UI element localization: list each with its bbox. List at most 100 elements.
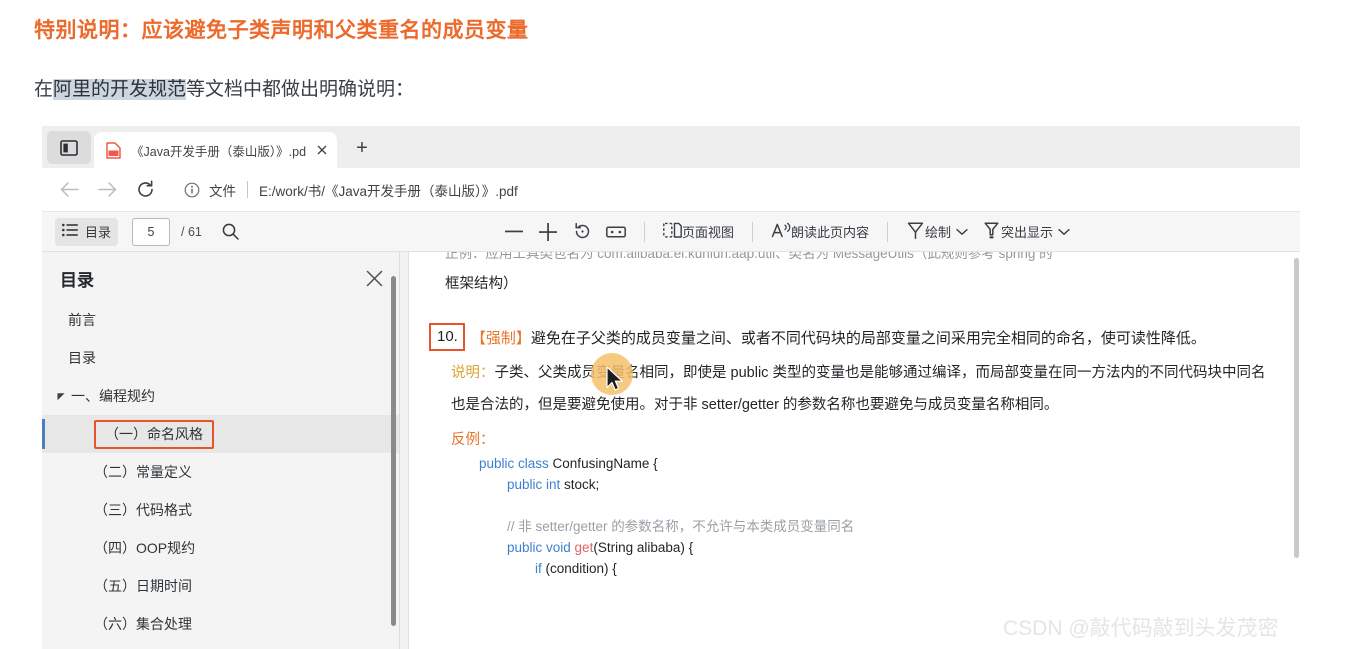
toc-item-label: 一、编程规约 [71,388,155,404]
subtitle-prefix: 在 [34,79,54,100]
clipped-line: 正例：应用工具类包名为 com.alibaba.ei.kunlun.aap.ut… [445,252,1053,261]
chevron-expanded-icon[interactable] [54,392,69,401]
note-text: 子类、父类成员变量名相同，即使是 public 类型的变量也是能够通过编译，而局… [451,364,1266,413]
toc-item[interactable]: （三）代码格式 [42,491,399,529]
draw-button[interactable]: 绘制 [899,218,975,246]
tab-strip: 《Java开发手册（泰山版）》.pdf + [42,126,1300,168]
rule-text-line1: 避免在子父类的成员变量之间、或者不同代码块的局部变量之间采用完全相同的命名， [530,329,1101,347]
pdf-page-content: 正例：应用工具类包名为 com.alibaba.ei.kunlun.aap.ut… [409,252,1300,579]
read-aloud-label: 朗读此页内容 [791,225,870,240]
read-aloud-button[interactable]: 朗读此页内容 [764,218,876,246]
code-line: public class ConfusingName { [479,453,1271,474]
pdf-viewport: 正例：应用工具类包名为 com.alibaba.ei.kunlun.aap.ut… [400,252,1300,649]
page-view-button[interactable]: 页面视图 [656,218,741,246]
code-line: // 非 setter/getter 的参数名称，不允许与本类成员变量同名 [479,516,1271,537]
toolbar-divider [887,221,889,242]
note-block: 说明：子类、父类成员变量名相同，即使是 public 类型的变量也是能够通过编译… [451,357,1271,421]
toolbar-divider [644,221,645,242]
address-bar[interactable]: 文件 E:/work/书/《Java开发手册（泰山版）》.pdf [172,174,1292,205]
code-token: (String alibaba) { [593,540,694,556]
rule-text-line2: 使可读性降低。 [1100,329,1206,347]
chevron-down-icon[interactable] [1058,228,1070,236]
url-text: E:/work/书/《Java开发手册（泰山版）》.pdf [259,183,518,199]
page-subtitle: 在阿里的开发规范等文档中都做出明确说明： [34,74,414,101]
subtitle-selected-text: 阿里的开发规范 [53,79,187,100]
page-title: 特别说明：应该避免子类声明和父类重名的成员变量 [34,19,529,42]
page-total-label: / 61 [181,224,202,239]
code-token: public int [507,477,565,493]
toc-item[interactable]: 前言 [42,301,399,339]
pen-icon [906,221,925,243]
toc-header: 目录 [42,252,399,301]
toc-list: 前言目录一、编程规约 （一）命名风格 （二）常量定义 （三）代码格式 （四）OOP规约 （… [42,301,399,643]
browser-window: 《Java开发手册（泰山版）》.pdf + 文件 E:/work/书/《Java… [42,126,1300,649]
url-scheme-label: 文件 [209,183,236,199]
omnibox-divider [247,181,248,198]
toc-item[interactable]: 目录 [42,339,399,377]
mandatory-tag: 【强制】 [470,329,531,347]
code-line: public int stock; [479,474,1271,495]
chevron-down-icon[interactable] [956,228,968,236]
split-panel-icon[interactable] [47,131,91,164]
close-icon[interactable] [312,141,331,160]
close-icon[interactable] [366,270,383,287]
rule-number-badge: 10. [429,322,465,351]
toc-item[interactable]: （一）命名风格 [42,415,399,453]
pdf-scrollbar[interactable] [1294,258,1299,558]
toolbar-divider [752,221,754,242]
code-token: ConfusingName [552,456,654,472]
rule-text: 【强制】避免在子父类的成员变量之间、或者不同代码块的局部变量之间采用完全相同的命… [471,323,1206,355]
reload-icon[interactable] [126,173,164,207]
code-token: (condition) { [545,561,617,577]
toc-scrollbar[interactable] [391,276,396,626]
highlight-label: 突出显示 [1001,225,1054,240]
two-page-icon [663,222,682,242]
rotate-icon[interactable] [565,218,599,246]
toc-item[interactable]: （五）日期时间 [42,567,399,605]
new-tab-button[interactable]: + [347,133,377,163]
navigation-bar: 文件 E:/work/书/《Java开发手册（泰山版）》.pdf [42,168,1300,212]
toc-toggle-button[interactable]: 目录 [55,217,119,246]
toc-item-label: （五）日期时间 [94,578,192,594]
toc-item-label: （四）OOP规约 [94,540,196,556]
browser-tab[interactable]: 《Java开发手册（泰山版）》.pdf [94,132,337,168]
pdf-toolbar-center-group: 页面视图 朗读此页内容 绘制 突出显示 [497,218,1077,246]
arrow-left-icon[interactable] [50,173,88,207]
info-circle-icon[interactable] [182,180,201,199]
subtitle-suffix: 等文档中都做出明确说明： [186,79,415,100]
counter-example-label: 反例： [451,431,495,448]
toc-item[interactable]: 一、编程规约 [42,377,399,415]
toc-item-label: （二）常量定义 [94,464,192,480]
toc-panel: 目录 前言 目录 一、编程规约 （一）命名风格 （二）常量定义 （三）代码格式 （四）OOP… [42,252,400,649]
toc-item[interactable]: （二）常量定义 [42,453,399,491]
code-line: public void get(String alibaba) { [479,537,1271,558]
search-icon[interactable] [214,218,248,246]
code-token: { [653,456,658,472]
toc-item-label: 前言 [68,312,96,328]
highlight-button[interactable]: 突出显示 [975,218,1077,246]
fit-page-icon[interactable] [599,218,633,246]
continuation-line: 框架结构） [445,275,518,292]
watermark: CSDN @敲代码敲到头发茂密 [1003,617,1279,640]
code-token: stock; [564,477,600,493]
pdf-file-icon [105,141,122,159]
code-token: public class [479,456,553,472]
code-line: if (condition) { [479,558,1271,579]
toc-toggle-label: 目录 [85,225,112,240]
note-label: 说明： [451,364,495,381]
plus-icon[interactable] [531,218,565,246]
code-token: if [535,561,546,577]
page-number-input[interactable]: 5 [132,217,171,246]
toc-item[interactable]: （四）OOP规约 [42,529,399,567]
arrow-right-icon[interactable] [88,173,126,207]
code-token: public void [507,540,575,556]
toc-title: 目录 [60,271,94,290]
code-token: // 非 setter/getter 的参数名称，不允许与本类成员变量同名 [507,519,855,535]
minus-icon[interactable] [497,218,531,246]
toc-item-label: （三）代码格式 [94,502,192,518]
rule-block: 10. 【强制】避免在子父类的成员变量之间、或者不同代码块的局部变量之间采用完全… [429,322,1271,355]
pdf-page: 正例：应用工具类包名为 com.alibaba.ei.kunlun.aap.ut… [408,252,1300,649]
code-block: public class ConfusingName {public int s… [479,453,1271,579]
toc-item[interactable]: （六）集合处理 [42,605,399,643]
